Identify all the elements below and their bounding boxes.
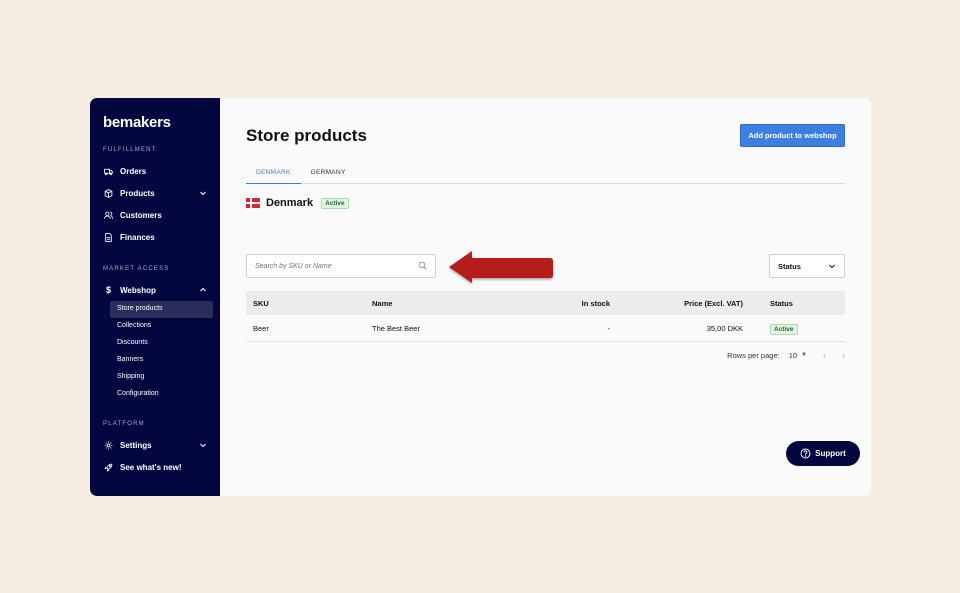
box-icon [103, 188, 114, 199]
sidebar-item-customers[interactable]: Customers [97, 204, 213, 226]
section-label-market-access: MARKET ACCESS [103, 266, 170, 272]
section-label-platform: PLATFORM [103, 421, 145, 427]
truck-icon [103, 166, 114, 177]
products-table: SKU Name In stock Price (Excl. VAT) Stat… [246, 291, 845, 342]
country-name: Denmark [266, 197, 314, 209]
status-badge: Active [770, 323, 798, 335]
search-input[interactable] [255, 262, 418, 270]
sidebar-subitem-store-products[interactable]: Store products [110, 301, 213, 318]
rows-per-page-label: Rows per page: [727, 350, 780, 360]
help-icon [800, 448, 811, 459]
rows-per-page-value: 10 [788, 350, 798, 360]
cell-price: 35,00 DKK [706, 323, 743, 333]
column-header-stock[interactable]: In stock [512, 299, 610, 308]
add-product-button[interactable]: Add product to webshop [740, 124, 845, 147]
column-header-price[interactable]: Price (Excl. VAT) [610, 299, 743, 308]
cell-name: The Best Beer [372, 323, 420, 333]
sidebar-subitem-collections[interactable]: Collections [110, 318, 213, 335]
cell-stock: - [607, 323, 611, 333]
sidebar-item-label: Products [120, 188, 155, 198]
sidebar-subitem-configuration[interactable]: Configuration [110, 386, 213, 403]
table-header: SKU Name In stock Price (Excl. VAT) Stat… [246, 291, 845, 315]
sidebar-item-webshop[interactable]: $ Webshop [97, 279, 213, 301]
dollar-icon: $ [105, 285, 111, 295]
app-window: bemakers FULFILLMENT Orders Products Cus… [90, 98, 871, 496]
sidebar-item-label: Webshop [120, 285, 156, 295]
caret-down-icon: ▼ [801, 352, 807, 358]
red-arrow-annotation [449, 251, 553, 283]
sidebar-item-orders[interactable]: Orders [97, 160, 213, 182]
sidebar-item-label: See what's new! [120, 462, 182, 472]
tab-germany[interactable]: GERMANY [301, 164, 356, 184]
gear-icon [103, 440, 114, 451]
search-icon[interactable] [418, 257, 427, 275]
search-box[interactable] [246, 254, 436, 278]
sidebar-item-whats-new[interactable]: See what's new! [97, 456, 213, 478]
status-filter-label: Status [778, 261, 801, 271]
document-icon [103, 232, 114, 243]
column-header-name[interactable]: Name [372, 299, 512, 308]
chevron-down-icon [828, 262, 836, 270]
prev-page-button[interactable]: ‹ [823, 350, 826, 360]
logo: bemakers [103, 114, 171, 131]
sidebar-item-settings[interactable]: Settings [97, 434, 213, 456]
column-header-sku[interactable]: SKU [246, 299, 372, 308]
sidebar-item-products[interactable]: Products [97, 182, 213, 204]
sidebar-subitem-discounts[interactable]: Discounts [110, 335, 213, 352]
country-header: Denmark Active [246, 197, 845, 209]
column-header-status[interactable]: Status [743, 299, 845, 308]
sidebar-item-label: Finances [120, 232, 155, 242]
tab-denmark[interactable]: DENMARK [246, 164, 301, 184]
chevron-down-icon[interactable] [199, 441, 207, 449]
rocket-icon [103, 462, 114, 473]
status-filter-select[interactable]: Status [769, 254, 845, 278]
country-tabs: DENMARK GERMANY [246, 164, 845, 184]
denmark-flag-icon [246, 198, 260, 208]
section-label-fulfillment: FULFILLMENT [103, 147, 157, 153]
status-badge: Active [321, 197, 349, 209]
table-row[interactable]: Beer The Best Beer - 35,00 DKK Active [246, 315, 845, 342]
sidebar-subitem-shipping[interactable]: Shipping [110, 369, 213, 386]
sidebar: bemakers FULFILLMENT Orders Products Cus… [90, 98, 220, 496]
cell-sku: Beer [253, 323, 269, 333]
main-content: Store products Add product to webshop DE… [220, 98, 871, 496]
chevron-down-icon[interactable] [199, 189, 207, 197]
sidebar-item-label: Orders [120, 166, 147, 176]
chevron-up-icon[interactable] [199, 286, 207, 294]
sidebar-item-finances[interactable]: Finances [97, 226, 213, 248]
users-icon [103, 210, 114, 221]
sidebar-item-label: Settings [120, 440, 152, 450]
support-button[interactable]: Support [786, 441, 860, 466]
cell-status: Active [743, 323, 845, 335]
sidebar-item-label: Customers [120, 210, 162, 220]
support-label: Support [815, 449, 846, 458]
rows-per-page-select[interactable]: 10 ▼ [789, 351, 807, 360]
next-page-button[interactable]: › [842, 350, 845, 360]
sidebar-subitem-banners[interactable]: Banners [110, 352, 213, 369]
pagination: Rows per page: 10 ▼ ‹ › [727, 350, 845, 360]
